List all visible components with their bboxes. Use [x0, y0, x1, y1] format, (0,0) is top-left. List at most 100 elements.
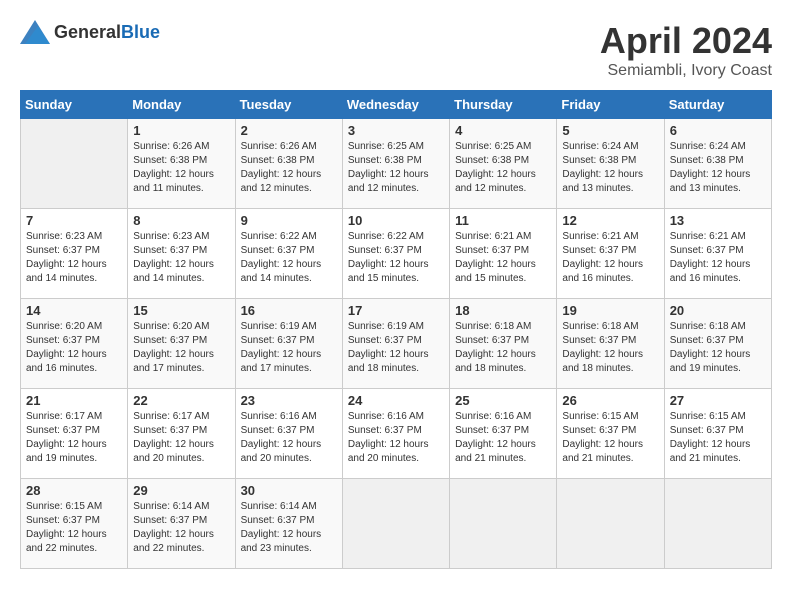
day-number: 20	[670, 303, 766, 318]
calendar-cell	[664, 479, 771, 569]
day-number: 6	[670, 123, 766, 138]
calendar-cell	[450, 479, 557, 569]
calendar-cell: 18 Sunrise: 6:18 AMSunset: 6:37 PMDayligh…	[450, 299, 557, 389]
cell-info: Sunrise: 6:18 AMSunset: 6:37 PMDaylight:…	[455, 320, 551, 376]
calendar-cell: 15 Sunrise: 6:20 AMSunset: 6:37 PMDayligh…	[128, 299, 235, 389]
day-number: 30	[241, 483, 337, 498]
cell-info: Sunrise: 6:21 AMSunset: 6:37 PMDaylight:…	[670, 230, 766, 286]
cell-info: Sunrise: 6:21 AMSunset: 6:37 PMDaylight:…	[562, 230, 658, 286]
calendar-cell: 10Sunrise: 6:22 AMSunset: 6:37 PMDayligh…	[342, 209, 449, 299]
calendar-cell: 20 Sunrise: 6:18 AMSunset: 6:37 PMDayligh…	[664, 299, 771, 389]
calendar-cell: 13 Sunrise: 6:21 AMSunset: 6:37 PMDayligh…	[664, 209, 771, 299]
month-title: April 2024	[600, 20, 772, 62]
cell-info: Sunrise: 6:19 AMSunset: 6:37 PMDaylight:…	[348, 320, 444, 376]
calendar-cell: 1 Sunrise: 6:26 AMSunset: 6:38 PMDaylight…	[128, 119, 235, 209]
logo-blue: Blue	[121, 22, 160, 42]
cell-info: Sunrise: 6:26 AMSunset: 6:38 PMDaylight:…	[133, 140, 229, 196]
cell-info: Sunrise: 6:15 AMSunset: 6:37 PMDaylight:…	[26, 500, 122, 556]
page-header: GeneralBlue April 2024 Semiambli, Ivory …	[20, 20, 772, 80]
calendar-cell: 4 Sunrise: 6:25 AMSunset: 6:38 PMDaylight…	[450, 119, 557, 209]
day-number: 17	[348, 303, 444, 318]
day-number: 4	[455, 123, 551, 138]
cell-info: Sunrise: 6:23 AMSunset: 6:37 PMDaylight:…	[26, 230, 122, 286]
calendar-cell: 5 Sunrise: 6:24 AMSunset: 6:38 PMDaylight…	[557, 119, 664, 209]
week-row-2: 14Sunrise: 6:20 AMSunset: 6:37 PMDayligh…	[21, 299, 772, 389]
day-number: 12	[562, 213, 658, 228]
calendar-cell	[21, 119, 128, 209]
cell-info: Sunrise: 6:14 AMSunset: 6:37 PMDaylight:…	[133, 500, 229, 556]
calendar-cell: 12 Sunrise: 6:21 AMSunset: 6:37 PMDayligh…	[557, 209, 664, 299]
col-friday: Friday	[557, 91, 664, 119]
calendar-cell: 19 Sunrise: 6:18 AMSunset: 6:37 PMDayligh…	[557, 299, 664, 389]
calendar-cell: 3Sunrise: 6:25 AMSunset: 6:38 PMDaylight…	[342, 119, 449, 209]
logo-general: General	[54, 22, 121, 42]
calendar-cell: 2 Sunrise: 6:26 AMSunset: 6:38 PMDaylight…	[235, 119, 342, 209]
col-tuesday: Tuesday	[235, 91, 342, 119]
calendar-cell: 28 Sunrise: 6:15 AMSunset: 6:37 PMDayligh…	[21, 479, 128, 569]
cell-info: Sunrise: 6:20 AMSunset: 6:37 PMDaylight:…	[26, 320, 122, 376]
calendar-cell	[342, 479, 449, 569]
cell-info: Sunrise: 6:18 AMSunset: 6:37 PMDaylight:…	[670, 320, 766, 376]
day-number: 13	[670, 213, 766, 228]
day-number: 16	[241, 303, 337, 318]
cell-info: Sunrise: 6:25 AMSunset: 6:38 PMDaylight:…	[455, 140, 551, 196]
calendar-cell: 11 Sunrise: 6:21 AMSunset: 6:37 PMDayligh…	[450, 209, 557, 299]
cell-info: Sunrise: 6:21 AMSunset: 6:37 PMDaylight:…	[455, 230, 551, 286]
day-number: 24	[348, 393, 444, 408]
day-number: 23	[241, 393, 337, 408]
day-number: 18	[455, 303, 551, 318]
cell-info: Sunrise: 6:22 AMSunset: 6:37 PMDaylight:…	[241, 230, 337, 286]
header-row: Sunday Monday Tuesday Wednesday Thursday…	[21, 91, 772, 119]
cell-info: Sunrise: 6:15 AMSunset: 6:37 PMDaylight:…	[670, 410, 766, 466]
day-number: 19	[562, 303, 658, 318]
cell-info: Sunrise: 6:16 AMSunset: 6:37 PMDaylight:…	[455, 410, 551, 466]
cell-info: Sunrise: 6:20 AMSunset: 6:37 PMDaylight:…	[133, 320, 229, 376]
calendar-cell	[557, 479, 664, 569]
col-monday: Monday	[128, 91, 235, 119]
cell-info: Sunrise: 6:16 AMSunset: 6:37 PMDaylight:…	[241, 410, 337, 466]
calendar-cell: 22 Sunrise: 6:17 AMSunset: 6:37 PMDayligh…	[128, 389, 235, 479]
cell-info: Sunrise: 6:25 AMSunset: 6:38 PMDaylight:…	[348, 140, 444, 196]
day-number: 22	[133, 393, 229, 408]
cell-info: Sunrise: 6:14 AMSunset: 6:37 PMDaylight:…	[241, 500, 337, 556]
calendar-cell: 8Sunrise: 6:23 AMSunset: 6:37 PMDaylight…	[128, 209, 235, 299]
cell-info: Sunrise: 6:22 AMSunset: 6:37 PMDaylight:…	[348, 230, 444, 286]
week-row-4: 28 Sunrise: 6:15 AMSunset: 6:37 PMDayligh…	[21, 479, 772, 569]
day-number: 25	[455, 393, 551, 408]
cell-info: Sunrise: 6:18 AMSunset: 6:37 PMDaylight:…	[562, 320, 658, 376]
calendar-cell: 30 Sunrise: 6:14 AMSunset: 6:37 PMDayligh…	[235, 479, 342, 569]
col-saturday: Saturday	[664, 91, 771, 119]
col-sunday: Sunday	[21, 91, 128, 119]
calendar-header: Sunday Monday Tuesday Wednesday Thursday…	[21, 91, 772, 119]
day-number: 2	[241, 123, 337, 138]
day-number: 9	[241, 213, 337, 228]
calendar-body: 1 Sunrise: 6:26 AMSunset: 6:38 PMDaylight…	[21, 119, 772, 569]
title-section: April 2024 Semiambli, Ivory Coast	[600, 20, 772, 80]
cell-info: Sunrise: 6:16 AMSunset: 6:37 PMDaylight:…	[348, 410, 444, 466]
calendar-cell: 26 Sunrise: 6:15 AMSunset: 6:37 PMDayligh…	[557, 389, 664, 479]
logo-icon	[20, 20, 50, 44]
day-number: 1	[133, 123, 229, 138]
cell-info: Sunrise: 6:15 AMSunset: 6:37 PMDaylight:…	[562, 410, 658, 466]
cell-info: Sunrise: 6:19 AMSunset: 6:37 PMDaylight:…	[241, 320, 337, 376]
day-number: 21	[26, 393, 122, 408]
day-number: 5	[562, 123, 658, 138]
cell-info: Sunrise: 6:24 AMSunset: 6:38 PMDaylight:…	[562, 140, 658, 196]
day-number: 28	[26, 483, 122, 498]
calendar-cell: 21 Sunrise: 6:17 AMSunset: 6:37 PMDayligh…	[21, 389, 128, 479]
calendar-cell: 17 Sunrise: 6:19 AMSunset: 6:37 PMDayligh…	[342, 299, 449, 389]
col-wednesday: Wednesday	[342, 91, 449, 119]
cell-info: Sunrise: 6:26 AMSunset: 6:38 PMDaylight:…	[241, 140, 337, 196]
calendar-cell: 6Sunrise: 6:24 AMSunset: 6:38 PMDaylight…	[664, 119, 771, 209]
week-row-3: 21 Sunrise: 6:17 AMSunset: 6:37 PMDayligh…	[21, 389, 772, 479]
calendar-table: Sunday Monday Tuesday Wednesday Thursday…	[20, 90, 772, 569]
calendar-cell: 24 Sunrise: 6:16 AMSunset: 6:37 PMDayligh…	[342, 389, 449, 479]
day-number: 7	[26, 213, 122, 228]
day-number: 26	[562, 393, 658, 408]
day-number: 11	[455, 213, 551, 228]
logo: GeneralBlue	[20, 20, 160, 44]
day-number: 15	[133, 303, 229, 318]
cell-info: Sunrise: 6:17 AMSunset: 6:37 PMDaylight:…	[133, 410, 229, 466]
cell-info: Sunrise: 6:17 AMSunset: 6:37 PMDaylight:…	[26, 410, 122, 466]
day-number: 27	[670, 393, 766, 408]
